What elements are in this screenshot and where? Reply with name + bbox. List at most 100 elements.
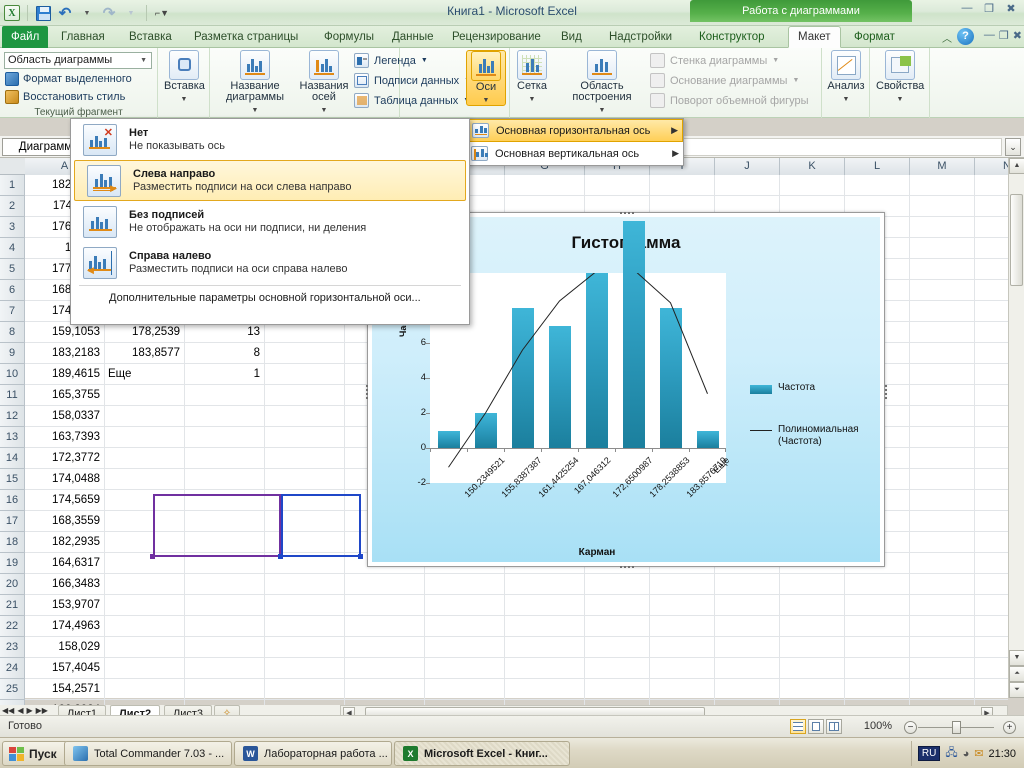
selection-handle[interactable] — [278, 554, 283, 559]
cell[interactable] — [910, 175, 975, 195]
tab-data[interactable]: Данные — [383, 26, 443, 48]
cell[interactable] — [505, 679, 585, 699]
cell[interactable] — [345, 658, 425, 678]
tab-formulas[interactable]: Формулы — [315, 26, 383, 48]
cell[interactable]: 182,2935 — [25, 532, 105, 552]
cell[interactable] — [650, 658, 715, 678]
cell[interactable] — [505, 616, 585, 636]
row-header-10[interactable]: 10 — [0, 364, 25, 385]
cell[interactable] — [585, 175, 650, 195]
cell[interactable] — [845, 679, 910, 699]
cell[interactable]: 164,6317 — [25, 553, 105, 573]
cell[interactable] — [265, 343, 345, 363]
cell[interactable] — [105, 385, 185, 405]
cell-bin[interactable]: 183,8577 — [105, 343, 185, 363]
cell[interactable]: 174,0488 — [25, 469, 105, 489]
sheet-nav-prev-icon[interactable]: ◀ — [17, 706, 23, 715]
chart-title-button[interactable]: Название диаграммы ▼ — [216, 50, 294, 115]
cell[interactable]: 158,029 — [25, 637, 105, 657]
cell[interactable] — [265, 658, 345, 678]
cell[interactable] — [425, 574, 505, 594]
table-row[interactable]: 166,3483 — [25, 574, 1008, 595]
expand-formula-bar-icon[interactable]: ⌄ — [1005, 138, 1021, 156]
row-header-3[interactable]: 3 — [0, 217, 25, 238]
cell[interactable]: 154,2571 — [25, 679, 105, 699]
plot-area[interactable] — [430, 220, 726, 483]
cell[interactable] — [715, 679, 780, 699]
cell[interactable] — [185, 469, 265, 489]
cell[interactable] — [425, 658, 505, 678]
submenu-more-options[interactable]: Дополнительные параметры основной горизо… — [71, 288, 469, 308]
cell[interactable] — [780, 595, 845, 615]
cell[interactable] — [265, 616, 345, 636]
chart-resize-handle-top[interactable] — [620, 210, 634, 215]
cell[interactable] — [585, 616, 650, 636]
plot-area-button[interactable]: Область построения ▼ — [562, 50, 642, 115]
axes-dropdown-menu[interactable]: Основная горизонтальная ось ▶ Основная в… — [466, 118, 684, 166]
row-header-9[interactable]: 9 — [0, 343, 25, 364]
row-header-14[interactable]: 14 — [0, 448, 25, 469]
cell[interactable] — [910, 217, 975, 237]
cell[interactable] — [780, 574, 845, 594]
row-header-4[interactable]: 4 — [0, 238, 25, 259]
chart-resize-handle-bottom[interactable] — [620, 564, 634, 569]
cell[interactable] — [265, 448, 345, 468]
cell[interactable] — [585, 574, 650, 594]
cell[interactable] — [105, 658, 185, 678]
cell[interactable] — [505, 637, 585, 657]
normal-view-icon[interactable] — [790, 719, 806, 734]
scroll-down-icon[interactable]: ▼ — [1009, 650, 1024, 666]
cell[interactable] — [185, 406, 265, 426]
row-header-22[interactable]: 22 — [0, 616, 25, 637]
volume-icon[interactable]: ◕ — [963, 748, 970, 760]
language-indicator[interactable]: RU — [917, 746, 941, 761]
cell[interactable] — [345, 679, 425, 699]
cell[interactable] — [505, 595, 585, 615]
column-header-k[interactable]: K — [780, 158, 845, 175]
cell[interactable] — [265, 406, 345, 426]
cell[interactable]: 174,5659 — [25, 490, 105, 510]
cell[interactable] — [425, 637, 505, 657]
page-layout-icon[interactable] — [808, 719, 824, 734]
cell[interactable] — [910, 658, 975, 678]
cell[interactable]: 157,4045 — [25, 658, 105, 678]
tab-home[interactable]: Главная — [52, 26, 114, 48]
table-row[interactable]: 154,2571 — [25, 679, 1008, 700]
cell[interactable] — [910, 280, 975, 300]
cell[interactable] — [345, 637, 425, 657]
row-header-12[interactable]: 12 — [0, 406, 25, 427]
start-button[interactable]: Пуск — [2, 741, 68, 766]
cell-frequency[interactable]: 13 — [185, 322, 265, 342]
taskbar-item-excel[interactable]: X Microsoft Excel - Книг... — [394, 741, 570, 766]
row-header-8[interactable]: 8 — [0, 322, 25, 343]
cell[interactable] — [910, 301, 975, 321]
cell[interactable] — [105, 595, 185, 615]
zoom-out-icon[interactable]: − — [904, 721, 917, 734]
cell-frequency[interactable]: 1 — [185, 364, 265, 384]
network-icon[interactable]: 🖧 — [945, 744, 957, 763]
cell[interactable] — [265, 322, 345, 342]
cell[interactable] — [910, 511, 975, 531]
cell[interactable]: 172,3772 — [25, 448, 105, 468]
cell[interactable] — [650, 595, 715, 615]
cell[interactable] — [910, 259, 975, 279]
chart-resize-handle-left[interactable] — [364, 385, 369, 399]
tab-chart-layout[interactable]: Макет — [788, 26, 841, 48]
format-selection-button[interactable]: Формат выделенного — [5, 72, 132, 86]
scroll-up-icon[interactable]: ▲ — [1009, 158, 1024, 174]
cell[interactable] — [650, 616, 715, 636]
properties-button[interactable]: Свойства ▼ — [876, 50, 924, 104]
ribbon-close-icon[interactable]: ✖ — [1013, 29, 1022, 42]
ribbon-collapse-icon[interactable]: ︿ — [942, 30, 952, 45]
cell[interactable] — [650, 637, 715, 657]
table-row[interactable]: 158,029 — [25, 637, 1008, 658]
cell[interactable] — [185, 616, 265, 636]
table-row[interactable]: 174,4963 — [25, 616, 1008, 637]
row-header-23[interactable]: 23 — [0, 637, 25, 658]
analysis-button[interactable]: Анализ ▼ — [826, 50, 866, 104]
restore-icon[interactable]: ❐ — [980, 2, 998, 15]
cell[interactable] — [585, 679, 650, 699]
tab-file[interactable]: Файл — [2, 26, 49, 48]
cell[interactable] — [845, 616, 910, 636]
cell[interactable] — [345, 616, 425, 636]
